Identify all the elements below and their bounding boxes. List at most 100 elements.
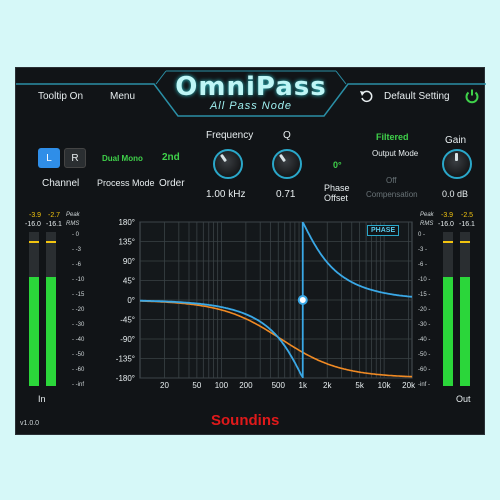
frequency-label: Frequency (206, 130, 254, 141)
graph-y-tick: -135° (116, 355, 135, 364)
meter-scale-tick: -60 - (418, 367, 431, 373)
input-peak-l: -3.9 (29, 212, 42, 219)
meter-scale-tick: - -20 (72, 307, 85, 313)
q-knob[interactable] (272, 149, 302, 179)
tooltip-toggle[interactable]: Tooltip On (38, 91, 83, 102)
graph-x-tick: 10k (378, 381, 392, 390)
version-label: v1.0.0 (20, 420, 40, 427)
order-value[interactable]: 2nd (162, 152, 180, 163)
graph-x-tick: 20 (160, 381, 169, 390)
graph-x-tick: 5k (355, 381, 364, 390)
meter-scale-tick: -20 - (418, 307, 431, 313)
meter-scale-tick: - -50 (72, 352, 85, 358)
meter-scale-tick: - -30 (72, 322, 85, 328)
plugin-window: OmniPass All Pass Node Tooltip On Menu D… (15, 67, 486, 435)
channel-right-button[interactable]: R (64, 148, 86, 168)
meter-scale-tick: -50 - (418, 352, 431, 358)
frequency-handle[interactable] (297, 295, 308, 305)
output-peak-r: -2.5 (461, 212, 474, 219)
meter-scale-tick: -15 - (418, 292, 431, 298)
input-meter-track-r (46, 232, 56, 386)
power-icon[interactable] (464, 88, 480, 104)
preset-selector[interactable]: Default Setting (384, 91, 450, 102)
process-mode-value[interactable]: Dual Mono (102, 154, 143, 163)
input-meter-label: In (38, 394, 46, 404)
output-meter-label: Out (456, 394, 471, 404)
frequency-knob[interactable] (213, 149, 243, 179)
meter-scale-tick: -10 - (418, 277, 431, 283)
input-meter: -3.9 -2.7 -16.0 -16.1 Peak RMS - 0 - -3 - … (22, 212, 85, 390)
app-subtitle: All Pass Node (209, 100, 293, 112)
process-mode-label: Process Mode (97, 178, 155, 188)
menu-button[interactable]: Menu (110, 91, 135, 102)
meter-scale-tick: - -6 (72, 262, 81, 268)
app-title: OmniPass (175, 72, 327, 102)
input-db-scale: - 0 - -3 - -6 - -10 - -15 - -20 - -30 - -40 - -5… (62, 232, 85, 388)
phase-offset-label: Phase Offset (324, 183, 350, 203)
graph-y-tick: -45° (120, 316, 135, 325)
brand-logo[interactable]: Soundins (211, 412, 279, 429)
phase-view-tag[interactable]: PHASE (367, 225, 400, 236)
input-peak-label: Peak (66, 212, 80, 218)
gain-label: Gain (445, 135, 467, 146)
gain-value: 0.0 dB (442, 189, 469, 199)
meter-scale-tick: 0 - (418, 232, 426, 238)
input-rms-l: -16.0 (25, 221, 41, 228)
output-peak-hold-r (460, 241, 470, 243)
output-rms-r: -16.1 (459, 221, 475, 228)
input-peak-r: -2.7 (48, 212, 61, 219)
compensation-value[interactable]: Off (386, 176, 397, 185)
graph-y-tick: 135° (118, 238, 135, 247)
output-peak-hold-l (443, 241, 453, 243)
output-meter-track-r (460, 232, 470, 386)
graph-x-tick: 50 (192, 381, 201, 390)
input-meter-track-l (29, 232, 39, 386)
input-rms-r: -16.1 (46, 221, 62, 228)
channel-left-button[interactable]: L (38, 148, 60, 168)
graph-x-tick: 20k (402, 381, 416, 390)
meter-scale-tick: -40 - (418, 337, 431, 343)
graph-x-tick: 500 (272, 381, 286, 390)
phase-offset-value[interactable]: 0° (333, 160, 342, 170)
order-label: Order (159, 178, 185, 189)
meter-scale-tick: - -60 (72, 367, 85, 373)
graph-x-tick: 200 (239, 381, 253, 390)
output-peak-l: -3.9 (441, 212, 454, 219)
input-peak-hold-l (29, 241, 39, 243)
meter-scale-tick: - -15 (72, 292, 85, 298)
output-meter-track-l (443, 232, 453, 386)
graph-y-tick: 90° (123, 257, 135, 266)
meter-scale-tick: - -10 (72, 277, 85, 283)
channel-label: Channel (42, 178, 80, 189)
graph-x-tick: 100 (215, 381, 229, 390)
meter-scale-tick: -3 - (418, 247, 427, 253)
meter-scale-tick: -6 - (418, 262, 427, 268)
graph-y-tick: 0° (127, 296, 135, 305)
graph-x-tick: 1k (299, 381, 308, 390)
output-db-scale: 0 - -3 - -6 - -10 - -15 - -20 - -30 - -40 - -50 … (418, 232, 440, 388)
output-rms-label: RMS (420, 221, 434, 227)
output-meter: Peak RMS -3.9 -2.5 -16.0 -16.1 0 - -3 - -6… (418, 212, 484, 390)
meter-scale-tick: - 0 (72, 232, 80, 238)
output-rms-l: -16.0 (438, 221, 454, 228)
meter-scale-tick: - -3 (72, 247, 81, 253)
meter-scale-tick: - -inf (72, 382, 84, 388)
input-level-bar-l (29, 276, 39, 386)
q-label: Q (283, 130, 291, 141)
compensation-label: Compensation (366, 190, 418, 199)
graph-y-tick: -90° (120, 335, 135, 344)
input-rms-label: RMS (66, 221, 80, 227)
graph-x-tick: 2k (323, 381, 332, 390)
meter-scale-tick: -inf - (418, 382, 430, 388)
input-level-bar-r (46, 276, 56, 386)
output-mode-label: Output Mode (372, 149, 419, 158)
output-mode-value[interactable]: Filtered (376, 132, 409, 142)
frequency-value: 1.00 kHz (206, 189, 246, 200)
input-peak-hold-r (46, 241, 56, 243)
phase-graph[interactable]: 180° 135° 90° 45° 0° -45° -90° -135° -180° 20 50 10… (100, 216, 418, 400)
graph-y-tick: 180° (118, 218, 135, 227)
undo-icon[interactable] (359, 89, 373, 103)
gain-knob[interactable] (442, 149, 472, 179)
output-level-bar-l (443, 276, 453, 386)
graph-y-tick: 45° (123, 277, 135, 286)
